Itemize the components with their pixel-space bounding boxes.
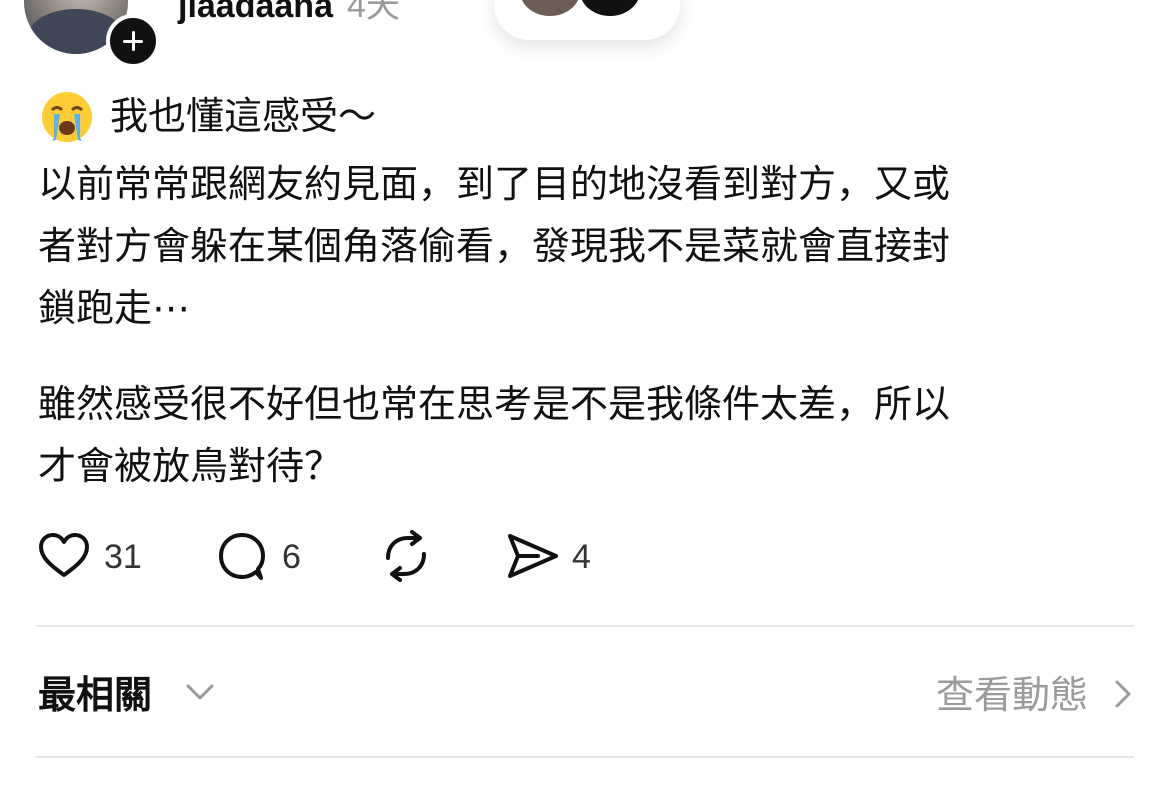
floating-avatars-pill[interactable] — [494, 0, 680, 40]
post-text-line-1: 我也懂這感受～ — [110, 94, 377, 138]
post-time: 4天 — [346, 0, 400, 25]
post-text-line-4: 鎖跑走⋯ — [38, 286, 191, 330]
post-text-line-2: 以前常常跟網友約見面，到了目的地沒看到對方，又或 — [38, 162, 951, 206]
crying-face-emoji-icon — [42, 92, 92, 142]
like-count: 31 — [104, 538, 142, 576]
repost-icon[interactable] — [378, 528, 434, 584]
floating-avatar-1 — [518, 0, 582, 18]
heart-icon[interactable] — [36, 528, 92, 584]
chevron-right-icon[interactable] — [1112, 676, 1134, 712]
divider — [36, 625, 1134, 627]
post-text-line-5: 雖然感受很不好但也常在思考是不是我條件太差，所以 — [38, 382, 951, 426]
chevron-down-icon[interactable] — [184, 680, 216, 704]
comment-count: 6 — [282, 538, 301, 576]
view-activity-link[interactable]: 查看動態 — [936, 664, 1088, 719]
post-text-line-3: 者對方會躲在某個角落偷看，發現我不是菜就會直接封 — [38, 224, 951, 268]
post-text-line-6: 才會被放鳥對待？ — [38, 444, 343, 488]
follow-plus-icon[interactable] — [106, 14, 160, 68]
floating-avatar-2 — [578, 0, 642, 18]
share-count: 4 — [572, 538, 591, 576]
send-icon[interactable] — [504, 528, 560, 584]
divider-bottom — [36, 756, 1134, 758]
username-text: jiaadaana — [178, 0, 333, 25]
post-action-bar: 31 6 4 — [0, 528, 700, 588]
username[interactable]: jiaadaana 4天 — [178, 0, 400, 27]
sort-dropdown-label[interactable]: 最相關 — [38, 664, 152, 719]
comment-icon[interactable] — [214, 528, 270, 584]
